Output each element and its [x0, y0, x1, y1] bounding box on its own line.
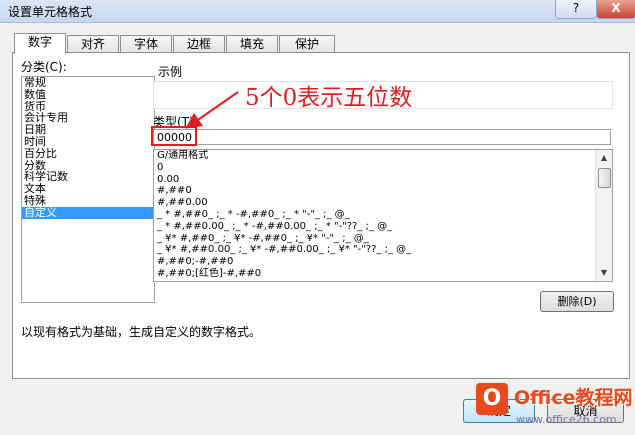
annotation-text: 5个0表示五位数 — [245, 85, 413, 111]
format-list[interactable]: G/通用格式 0 0.00 #,##0 #,##0.00 _ * #,##0_ … — [153, 149, 613, 282]
category-item-special[interactable]: 特殊 — [22, 195, 154, 207]
watermark-brand: Office教程网 — [514, 387, 633, 409]
category-item-percentage[interactable]: 百分比 — [22, 148, 154, 160]
category-item-number[interactable]: 数值 — [22, 89, 154, 101]
tab-fill[interactable]: 填充 — [226, 35, 278, 53]
format-item[interactable]: 0 — [154, 162, 594, 174]
format-item[interactable]: #,##0.00 — [154, 197, 594, 209]
window-title: 设置单元格格式 — [8, 5, 93, 19]
format-item[interactable]: _ ¥* #,##0_ ;_ ¥* -#,##0_ ;_ ¥* "-"_ ;_ … — [154, 233, 594, 245]
format-item[interactable]: #,##0;[红色]-#,##0 — [154, 268, 594, 280]
close-button[interactable]: X — [596, 0, 635, 19]
watermark: O Office教程网 www.office26.com — [470, 378, 635, 435]
annotation-arrow-icon — [185, 91, 239, 129]
title-bar: 设置单元格格式 ? X — [0, 0, 635, 23]
format-item[interactable]: _ * #,##0_ ;_ * -#,##0_ ;_ * "-"_ ;_ @_ — [154, 209, 594, 221]
help-button[interactable]: ? — [555, 0, 597, 19]
format-item[interactable]: _ ¥* #,##0.00_ ;_ ¥* -#,##0.00_ ;_ ¥* "-… — [154, 244, 594, 256]
tab-number[interactable]: 数字 — [14, 33, 66, 54]
scroll-thumb[interactable] — [598, 168, 611, 188]
sample-label: 示例 — [158, 65, 183, 79]
description-text: 以现有格式为基础，生成自定义的数字格式。 — [21, 325, 262, 339]
scroll-up-arrow-icon[interactable]: ▲ — [596, 150, 612, 166]
tab-alignment[interactable]: 对齐 — [67, 35, 119, 53]
watermark-url: www.office26.com — [516, 413, 617, 426]
office-logo-icon: O — [476, 383, 508, 415]
category-item-custom[interactable]: 自定义 — [22, 206, 154, 219]
category-item-currency[interactable]: 货币 — [22, 101, 154, 113]
category-label: 分类(C): — [21, 60, 67, 74]
format-list-scrollbar[interactable]: ▲ ▼ — [595, 150, 612, 281]
tab-border[interactable]: 边框 — [173, 35, 225, 53]
category-item-fraction[interactable]: 分数 — [22, 160, 154, 172]
tab-font[interactable]: 字体 — [120, 35, 172, 53]
tab-protection[interactable]: 保护 — [279, 35, 335, 53]
format-item[interactable]: #,##0 — [154, 185, 594, 197]
category-item-date[interactable]: 日期 — [22, 124, 154, 136]
scroll-down-arrow-icon[interactable]: ▼ — [596, 265, 612, 281]
delete-button[interactable]: 删除(D) — [540, 291, 614, 312]
format-item[interactable]: _ * #,##0.00_ ;_ * -#,##0.00_ ;_ * "-"??… — [154, 221, 594, 233]
category-item-time[interactable]: 时间 — [22, 136, 154, 148]
format-item[interactable]: #,##0;-#,##0 — [154, 256, 594, 268]
format-item[interactable]: 0.00 — [154, 174, 594, 186]
format-item[interactable]: G/通用格式 — [154, 150, 594, 162]
category-item-accounting[interactable]: 会计专用 — [22, 112, 154, 124]
category-item-general[interactable]: 常规 — [22, 77, 154, 89]
category-item-text[interactable]: 文本 — [22, 183, 154, 195]
category-list[interactable]: 常规 数值 货币 会计专用 日期 时间 百分比 分数 科学记数 文本 特殊 自定… — [21, 76, 155, 303]
category-item-scientific[interactable]: 科学记数 — [22, 171, 154, 183]
